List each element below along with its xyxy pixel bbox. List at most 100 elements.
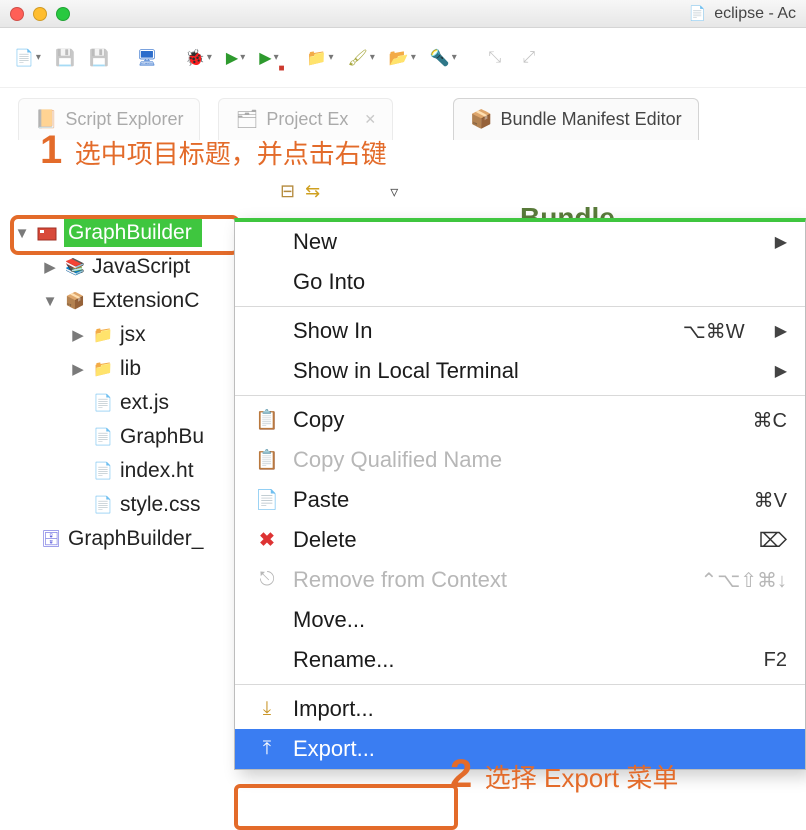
menu-shortcut: ⌦ (759, 528, 787, 553)
js-file-icon: 📄 (92, 394, 114, 412)
collapse-all-icon[interactable]: ⊟ (280, 181, 295, 202)
debug-button[interactable]: 🐞▾ (181, 44, 216, 72)
submenu-arrow-icon: ▶ (775, 232, 787, 252)
menu-shortcut: ⌘C (753, 408, 787, 433)
search-button[interactable]: 🔦▾ (426, 44, 461, 72)
save-button[interactable]: 💾 (51, 44, 79, 72)
explorer-toolbar: ⊟ ⇆ ▿ (280, 181, 398, 202)
archive-icon: 🗄 (40, 530, 62, 548)
fullscreen-window-button[interactable] (56, 7, 70, 21)
main-toolbar: 📄▾ 💾 💾 🖥 🐞▾ ▶▾ ▶■▾ 📁▾ 🖌▾ 📂▾ 🔦▾ ⤡ ⤢ (0, 28, 806, 88)
submenu-arrow-icon: ▶ (775, 361, 787, 381)
annotation-2: 2 选择 Export 菜单 (450, 752, 678, 797)
expand-arrow-icon[interactable] (70, 360, 86, 378)
submenu-arrow-icon: ▶ (775, 321, 787, 341)
tree-label: ext.js (120, 391, 169, 415)
new-project-button[interactable]: 📁▾ (303, 44, 338, 72)
menu-paste[interactable]: 📄 Paste ⌘V (235, 480, 805, 520)
tab-bundle-editor[interactable]: 📦 Bundle Manifest Editor (453, 98, 699, 140)
html-file-icon: 📄 (92, 462, 114, 480)
menu-import[interactable]: ⤓ Import... (235, 689, 805, 729)
tree-item-extjs[interactable]: 📄 ext.js (14, 386, 204, 420)
menu-separator (235, 306, 805, 307)
tree-label: GraphBu (120, 425, 204, 449)
tree-label: jsx (120, 323, 146, 347)
paste-icon: 📄 (255, 488, 279, 512)
open-folder-button[interactable]: 📂▾ (385, 44, 420, 72)
menu-show-in[interactable]: Show In ⌥⌘W ▶ (235, 311, 805, 351)
annotation-1-text: 选中项目标题，并点击右键 (75, 139, 387, 169)
menu-show-terminal[interactable]: Show in Local Terminal ▶ (235, 351, 805, 391)
window-controls (10, 7, 70, 21)
package-icon: 📦 (64, 292, 86, 310)
menu-shortcut: ⌃⌥⇧⌘↓ (700, 568, 787, 593)
expand-arrow-icon[interactable] (70, 326, 86, 344)
import-icon: ⤓ (255, 698, 279, 720)
annotation-1: 1 选中项目标题，并点击右键 (40, 128, 387, 173)
expand-arrow-icon[interactable] (42, 258, 58, 276)
css-file-icon: 📄 (92, 496, 114, 514)
tree-item-graphbu[interactable]: 📄 GraphBu (14, 420, 204, 454)
minimize-window-button[interactable] (33, 7, 47, 21)
annotation-2-text: 选择 Export 菜单 (485, 763, 679, 793)
menu-new[interactable]: New ▶ (235, 222, 805, 262)
run-button[interactable]: ▶▾ (222, 44, 249, 72)
tree-item-style[interactable]: 📄 style.css (14, 488, 204, 522)
tree-label: ExtensionC (92, 289, 199, 313)
menu-label: Copy (293, 407, 739, 433)
view-menu-icon[interactable]: ▿ (390, 182, 398, 202)
folder-icon: 📁 (92, 326, 114, 344)
tree-item-lib[interactable]: 📁 lib (14, 352, 204, 386)
annotation-2-number: 2 (450, 752, 472, 796)
titlebar: 📄 eclipse - Ac (0, 0, 806, 28)
collapse-button[interactable]: ⤡ (481, 44, 509, 72)
link-editor-icon[interactable]: ⇆ (305, 181, 320, 202)
tree-item-extension[interactable]: 📦 ExtensionC (14, 284, 204, 318)
menu-label: New (293, 229, 761, 255)
menu-copy[interactable]: 📋 Copy ⌘C (235, 400, 805, 440)
remove-icon: ⎋ (255, 569, 279, 591)
selection-highlight (10, 215, 240, 255)
tree-label: lib (120, 357, 141, 381)
window-title-text: eclipse - Ac (714, 5, 796, 23)
menu-rename[interactable]: Rename... F2 (235, 640, 805, 680)
js-file-icon: 📄 (92, 428, 114, 446)
expand-arrow-icon[interactable] (42, 293, 58, 310)
new-button[interactable]: 📄▾ (10, 44, 45, 72)
tree-label: JavaScript (92, 255, 190, 279)
document-icon: 📄 (689, 5, 706, 22)
run-last-button[interactable]: ▶■▾ (255, 44, 282, 72)
copy-icon: 📋 (255, 408, 279, 432)
menu-shortcut: ⌥⌘W (683, 319, 745, 344)
menu-label: Copy Qualified Name (293, 447, 787, 473)
tab-label: Script Explorer (65, 109, 183, 130)
menu-label: Delete (293, 527, 745, 553)
script-icon: 📙 (35, 109, 57, 130)
expand-button[interactable]: ⤢ (515, 44, 543, 72)
folder-icon: 📁 (92, 360, 114, 378)
tree-item-jsx[interactable]: 📁 jsx (14, 318, 204, 352)
tree-item-index[interactable]: 📄 index.ht (14, 454, 204, 488)
close-icon[interactable]: ✕ (364, 111, 376, 128)
menu-label: Go Into (293, 269, 787, 295)
menu-label: Show in Local Terminal (293, 358, 761, 384)
folder-icon: 🗂 (235, 109, 258, 130)
console-button[interactable]: 🖥 (133, 44, 161, 72)
menu-shortcut: F2 (764, 649, 787, 672)
export-icon: ⤒ (255, 738, 279, 760)
delete-icon: ✖ (255, 529, 279, 552)
menu-label: Remove from Context (293, 567, 686, 593)
save-all-button[interactable]: 💾 (85, 44, 113, 72)
menu-go-into[interactable]: Go Into (235, 262, 805, 302)
menu-separator (235, 395, 805, 396)
context-menu: New ▶ Go Into Show In ⌥⌘W ▶ Show in Loca… (234, 218, 806, 770)
tree-item-archive[interactable]: 🗄 GraphBuilder_ (14, 522, 204, 556)
menu-move[interactable]: Move... (235, 600, 805, 640)
tree-item-javascript[interactable]: 📚 JavaScript (14, 250, 204, 284)
tree-label: index.ht (120, 459, 194, 483)
brush-button[interactable]: 🖌▾ (344, 44, 379, 72)
menu-delete[interactable]: ✖ Delete ⌦ (235, 520, 805, 560)
menu-label: Import... (293, 696, 787, 722)
menu-copy-qualified: 📋 Copy Qualified Name (235, 440, 805, 480)
close-window-button[interactable] (10, 7, 24, 21)
